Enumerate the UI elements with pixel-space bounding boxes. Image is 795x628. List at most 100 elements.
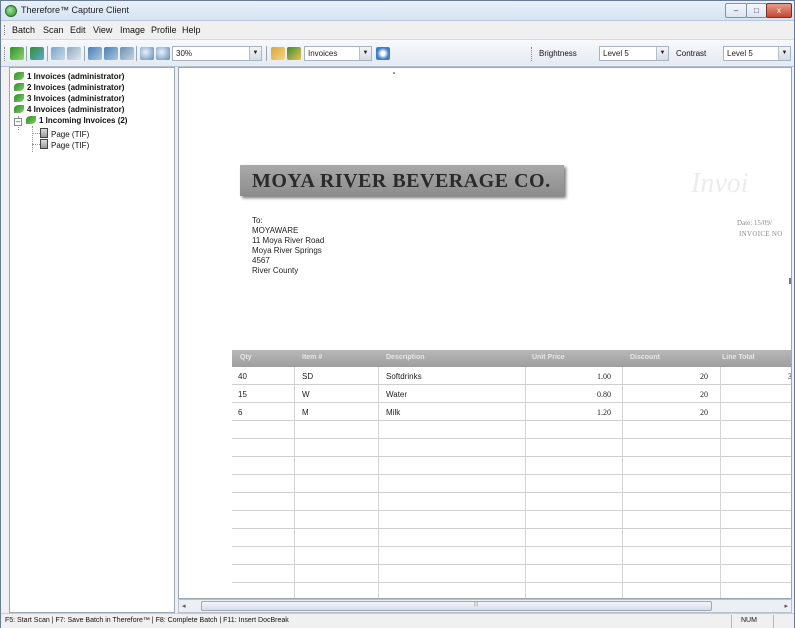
chevron-down-icon[interactable]: ▼ <box>359 47 371 60</box>
column-divider <box>294 367 295 598</box>
brightness-select[interactable]: Level 5 ▼ <box>599 46 669 61</box>
collapse-toggle[interactable]: – <box>14 118 22 126</box>
menu-help[interactable]: Help <box>182 25 201 35</box>
cell-description: Softdrinks <box>386 372 422 381</box>
profile-select[interactable]: Invoices ▼ <box>304 46 372 61</box>
batch-icon <box>14 72 24 80</box>
cell-qty: 15 <box>238 390 247 399</box>
scroll-right-icon[interactable]: ▸ <box>784 602 788 610</box>
delete-page-icon[interactable] <box>67 47 81 60</box>
scrollbar-thumb[interactable]: ⦙⦙⦙ <box>201 601 712 611</box>
column-divider <box>525 367 526 598</box>
column-divider <box>378 367 379 598</box>
cell-discount: 20 <box>700 390 708 399</box>
cell-qty: 40 <box>238 372 247 381</box>
invoice-number: INVOICE NO <box>739 230 783 238</box>
document-viewer[interactable]: MOYA RIVER BEVERAGE CO. Invoi To: MOYAWA… <box>178 67 792 599</box>
column-divider <box>622 367 623 598</box>
tree-item-page-2[interactable]: Page (TIF) <box>40 139 89 150</box>
window-title: Therefore™ Capture Client <box>21 5 130 15</box>
table-row-empty <box>232 493 791 511</box>
toolbar-separator <box>84 46 85 61</box>
address-line: To: <box>252 216 263 225</box>
tif-page-icon <box>40 139 48 149</box>
page-edge-marker <box>789 278 791 284</box>
menu-profile[interactable]: Profile <box>151 25 177 35</box>
zoom-in-icon[interactable] <box>140 47 154 60</box>
tree-connector <box>32 133 40 134</box>
header-item: Item # <box>302 354 323 361</box>
menu-batch[interactable]: Batch <box>12 25 35 35</box>
table-row-empty <box>232 511 791 529</box>
address-line: 4567 <box>252 256 270 265</box>
profile-settings-icon[interactable] <box>271 47 285 60</box>
tree-item-label: 2 Invoices (administrator) <box>27 83 125 92</box>
cell-discount: 20 <box>700 372 708 381</box>
tree-connector <box>32 144 40 145</box>
tree-item-label: 1 Incoming Invoices (2) <box>39 116 128 125</box>
menu-bar: Batch Scan Edit View Image Profile Help <box>1 21 794 39</box>
company-name: MOYA RIVER BEVERAGE CO. <box>252 170 551 192</box>
address-line: River County <box>252 266 299 275</box>
brightness-value: Level 5 <box>603 49 629 58</box>
tree-item-page-1[interactable]: Page (TIF) <box>40 128 89 139</box>
split-view-icon[interactable] <box>120 47 134 60</box>
toolbar: 30% ▼ Invoices ▼ Brightness Level 5 ▼ Co… <box>1 39 794 67</box>
invoice-heading: Invoi <box>691 168 749 199</box>
new-batch-icon[interactable] <box>10 47 24 60</box>
zoom-out-icon[interactable] <box>156 47 170 60</box>
rotate-left-icon[interactable] <box>88 47 102 60</box>
status-separator <box>773 615 774 628</box>
batch-icon <box>14 83 24 91</box>
menu-view[interactable]: View <box>93 25 112 35</box>
tree-item-incoming-invoices[interactable]: 1 Incoming Invoices (2) <box>26 116 127 125</box>
tree-item-batch-3[interactable]: 3 Invoices (administrator) <box>14 94 124 103</box>
contrast-select[interactable]: Level 5 ▼ <box>723 46 791 61</box>
batch-tree-panel: 1 Invoices (administrator) 2 Invoices (a… <box>9 67 175 613</box>
maximize-button[interactable]: □ <box>746 3 767 18</box>
table-row-empty <box>232 583 791 598</box>
horizontal-scrollbar[interactable]: ◂ ⦙⦙⦙ ▸ <box>178 599 792 613</box>
cell-line-total: 3 <box>788 372 792 381</box>
tree-item-batch-1[interactable]: 1 Invoices (administrator) <box>14 72 124 81</box>
table-row: 15 W Water 0.80 20 <box>232 385 791 403</box>
cell-description: Milk <box>386 408 401 417</box>
table-row-empty <box>232 457 791 475</box>
menu-scan[interactable]: Scan <box>43 25 64 35</box>
close-button[interactable]: x <box>766 3 792 18</box>
cell-item: W <box>302 390 310 399</box>
tree-item-batch-4[interactable]: 4 Invoices (administrator) <box>14 105 124 114</box>
app-logo-icon <box>5 5 17 17</box>
title-bar[interactable]: Therefore™ Capture Client – □ x <box>1 1 794 21</box>
rotate-right-icon[interactable] <box>104 47 118 60</box>
minimize-button[interactable]: – <box>725 3 747 18</box>
toolbar-separator <box>136 46 137 61</box>
address-line: MOYAWARE <box>252 226 299 235</box>
chevron-down-icon[interactable]: ▼ <box>656 47 668 60</box>
toolbar-grip-2[interactable] <box>531 47 534 61</box>
toolbar-separator <box>47 46 48 61</box>
zoom-select[interactable]: 30% ▼ <box>172 46 262 61</box>
cell-qty: 6 <box>238 408 243 417</box>
column-divider <box>720 367 721 598</box>
table-row: 40 SD Softdrinks 1.00 20 3 <box>232 367 792 385</box>
help-info-icon[interactable] <box>376 47 390 60</box>
menu-edit[interactable]: Edit <box>70 25 86 35</box>
recipient-address: To: MOYAWARE 11 Moya River Road Moya Riv… <box>252 216 324 276</box>
chevron-down-icon[interactable]: ▼ <box>249 47 261 60</box>
chevron-down-icon[interactable]: ▼ <box>778 47 790 60</box>
save-batch-icon[interactable] <box>30 47 44 60</box>
tree-item-label: Page (TIF) <box>51 130 90 139</box>
toolbar-grip[interactable] <box>4 47 7 61</box>
scroll-left-icon[interactable]: ◂ <box>182 602 186 610</box>
cell-unit-price: 1.20 <box>597 408 611 417</box>
shortcut-hints: F5: Start Scan | F7: Save Batch in There… <box>5 617 289 624</box>
batch-icon <box>14 94 24 102</box>
tree-item-batch-2[interactable]: 2 Invoices (administrator) <box>14 83 124 92</box>
profile-select-icon[interactable] <box>287 47 301 60</box>
menu-image[interactable]: Image <box>120 25 145 35</box>
cell-item: SD <box>302 372 314 381</box>
menu-grip[interactable] <box>4 25 7 35</box>
insert-page-icon[interactable] <box>51 47 65 60</box>
tif-page-icon <box>40 128 48 138</box>
